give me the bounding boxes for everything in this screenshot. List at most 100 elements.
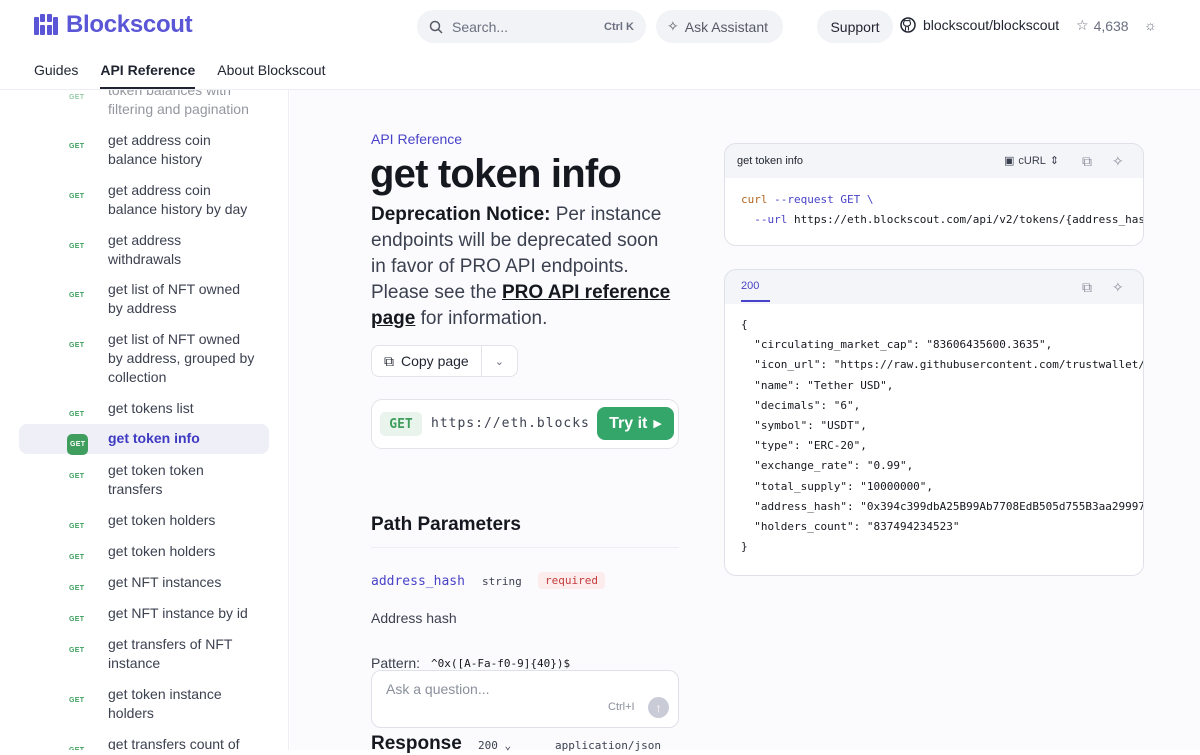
code-line: "icon_url": "https://raw.githubuserconte… bbox=[754, 358, 1143, 372]
code-line: } bbox=[741, 540, 748, 554]
sidebar-item-label: balance history by day bbox=[108, 201, 248, 217]
get-method-pill: GET bbox=[380, 412, 422, 436]
sidebar-item[interactable]: GET get token instance holders bbox=[19, 685, 269, 723]
sidebar-item-label: holders bbox=[108, 705, 154, 721]
get-method-badge: GET bbox=[69, 292, 85, 299]
response-heading: Response bbox=[371, 733, 462, 754]
get-method-badge: GET bbox=[69, 411, 85, 418]
code-line: "exchange_rate": "0.99", bbox=[741, 459, 914, 473]
star-count: 4,638 bbox=[1093, 17, 1129, 34]
sidebar-item[interactable]: GET get list of NFT owned by address, gr… bbox=[19, 330, 269, 387]
sidebar-item[interactable]: GET get transfers count of bbox=[19, 735, 269, 750]
get-method-badge: GET bbox=[69, 342, 85, 349]
get-method-badge: GET bbox=[67, 434, 89, 455]
copy-page-button[interactable]: ⧉ Copy page ⌄ bbox=[371, 345, 518, 377]
sidebar-item-label: get address bbox=[108, 232, 182, 248]
get-method-badge: GET bbox=[69, 143, 85, 150]
sidebar-item-label: get tokens list bbox=[108, 400, 194, 416]
tab-response-200[interactable]: 200 bbox=[741, 280, 770, 302]
deprecation-notice: Deprecation Notice: Per instance endpoin… bbox=[371, 202, 671, 332]
get-method-badge: GET bbox=[69, 647, 85, 654]
send-arrow-icon[interactable]: ↑ bbox=[648, 697, 669, 718]
ask-question-input[interactable]: Ask a question... Ctrl+I ↑ bbox=[371, 670, 679, 728]
get-method-badge: GET bbox=[69, 193, 85, 200]
response-code-select[interactable]: 200 ⌄ bbox=[478, 739, 511, 752]
sidebar-item-label: get list of NFT owned bbox=[108, 281, 241, 297]
sparkle-icon[interactable]: ✧ bbox=[1112, 279, 1124, 296]
code-line: "decimals": "6", bbox=[741, 398, 861, 412]
get-method-badge: GET bbox=[69, 697, 85, 704]
sidebar-item[interactable]: GET get token holders bbox=[19, 542, 269, 561]
response-code: { "circulating_market_cap": "83606435600… bbox=[725, 304, 1143, 575]
sidebar[interactable]: GET token balances with filtering and pa… bbox=[0, 90, 289, 750]
response-content-type: application/json bbox=[555, 739, 661, 752]
sidebar-item[interactable]: GET get transfers of NFT instance bbox=[19, 635, 269, 673]
response-example-panel: 200 ⧉ ✧ { "circulating_market_cap": "836… bbox=[724, 269, 1144, 576]
get-method-badge: GET bbox=[69, 243, 85, 250]
get-method-badge: GET bbox=[69, 616, 85, 623]
brand-name[interactable]: Blockscout bbox=[66, 11, 193, 39]
copy-icon: ⧉ bbox=[384, 352, 394, 369]
copy-icon[interactable]: ⧉ bbox=[1082, 279, 1092, 296]
copy-page-label: Copy page bbox=[401, 353, 469, 369]
code-line: "address_hash": "0x394c399dbA25B99Ab7708… bbox=[741, 499, 1144, 513]
sidebar-item-active[interactable]: GET get token info bbox=[19, 424, 269, 455]
code-line: curl --request GET \ bbox=[741, 193, 874, 206]
sidebar-item[interactable]: GET get address coin balance history bbox=[19, 131, 269, 169]
sidebar-item-label: get transfers count of bbox=[108, 736, 240, 750]
sidebar-item-label: token balances with filtering and pagina… bbox=[108, 90, 249, 117]
sidebar-item-label: get NFT instances bbox=[108, 574, 222, 590]
sidebar-item[interactable]: GET get address coin balance history by … bbox=[19, 181, 269, 219]
sidebar-item-label: by address bbox=[108, 300, 177, 316]
sidebar-item[interactable]: GET get tokens list bbox=[19, 399, 269, 418]
chevron-down-icon[interactable]: ⌄ bbox=[482, 355, 517, 368]
param-type: string bbox=[482, 575, 522, 588]
param-name: address_hash bbox=[371, 574, 465, 589]
sidebar-item[interactable]: GET get token holders bbox=[19, 511, 269, 530]
blockscout-logo-icon[interactable] bbox=[34, 14, 58, 38]
param-required-badge: required bbox=[538, 572, 605, 589]
tab-api-reference[interactable]: API Reference bbox=[100, 62, 196, 89]
sidebar-item-label: get list of NFT owned bbox=[108, 331, 241, 347]
get-method-badge: GET bbox=[69, 585, 85, 592]
sidebar-item[interactable]: GET get token token transfers bbox=[19, 461, 269, 499]
theme-toggle-sun-icon[interactable]: ☼ bbox=[1144, 17, 1157, 33]
github-repo-link[interactable]: blockscout/blockscout bbox=[900, 17, 1059, 33]
sidebar-item[interactable]: GET get list of NFT owned by address bbox=[19, 280, 269, 318]
sparkle-icon[interactable]: ✧ bbox=[1112, 153, 1124, 170]
sidebar-item-token-balances[interactable]: GET token balances with filtering and pa… bbox=[19, 90, 269, 119]
copy-icon[interactable]: ⧉ bbox=[1082, 153, 1092, 170]
ask-assistant-label: Ask Assistant bbox=[684, 18, 768, 35]
sidebar-item-label: balance history bbox=[108, 151, 203, 167]
tab-about-blockscout[interactable]: About Blockscout bbox=[217, 62, 325, 89]
sidebar-item[interactable]: GET get address withdrawals bbox=[19, 231, 269, 269]
github-stars[interactable]: ☆ 4,638 bbox=[1076, 17, 1129, 34]
try-it-bar: GET https://eth.blockscout.com/api/v2/to… bbox=[371, 399, 679, 449]
ask-question-placeholder: Ask a question... bbox=[386, 681, 490, 697]
sidebar-item-label: withdrawals bbox=[108, 251, 182, 267]
code-line: "symbol": "USDT", bbox=[741, 419, 867, 433]
deprecation-label: Deprecation Notice: bbox=[371, 204, 551, 225]
tab-guides[interactable]: Guides bbox=[34, 62, 78, 89]
try-it-button[interactable]: Try it ▶ bbox=[597, 407, 674, 440]
copy-page-main[interactable]: ⧉ Copy page bbox=[372, 346, 482, 376]
code-line: "circulating_market_cap": "83606435600.3… bbox=[741, 338, 1053, 352]
sidebar-item-label: get token token bbox=[108, 462, 204, 478]
sidebar-item[interactable]: GET get NFT instances bbox=[19, 573, 269, 592]
sidebar-item-label: get token holders bbox=[108, 512, 216, 528]
search-placeholder: Search... bbox=[452, 18, 509, 35]
support-button[interactable]: Support bbox=[817, 10, 893, 43]
play-icon: ▶ bbox=[653, 418, 662, 430]
get-method-badge: GET bbox=[69, 523, 85, 530]
request-panel-title: get token info bbox=[737, 155, 804, 167]
code-line: --url https://eth.blockscout.com/api/v2/… bbox=[741, 213, 1144, 227]
ask-assistant-button[interactable]: ✧ Ask Assistant bbox=[656, 10, 783, 43]
language-select[interactable]: ▣ cURL ⇕ bbox=[1004, 154, 1059, 168]
search-icon bbox=[429, 20, 443, 34]
sparkle-icon: ✧ bbox=[667, 18, 679, 34]
code-line: "type": "ERC-20", bbox=[741, 439, 867, 453]
sidebar-item-label: get transfers of NFT bbox=[108, 636, 233, 652]
breadcrumb[interactable]: API Reference bbox=[371, 131, 462, 147]
search-input[interactable]: Search... Ctrl K bbox=[417, 10, 646, 43]
sidebar-item[interactable]: GET get NFT instance by id bbox=[19, 604, 269, 623]
